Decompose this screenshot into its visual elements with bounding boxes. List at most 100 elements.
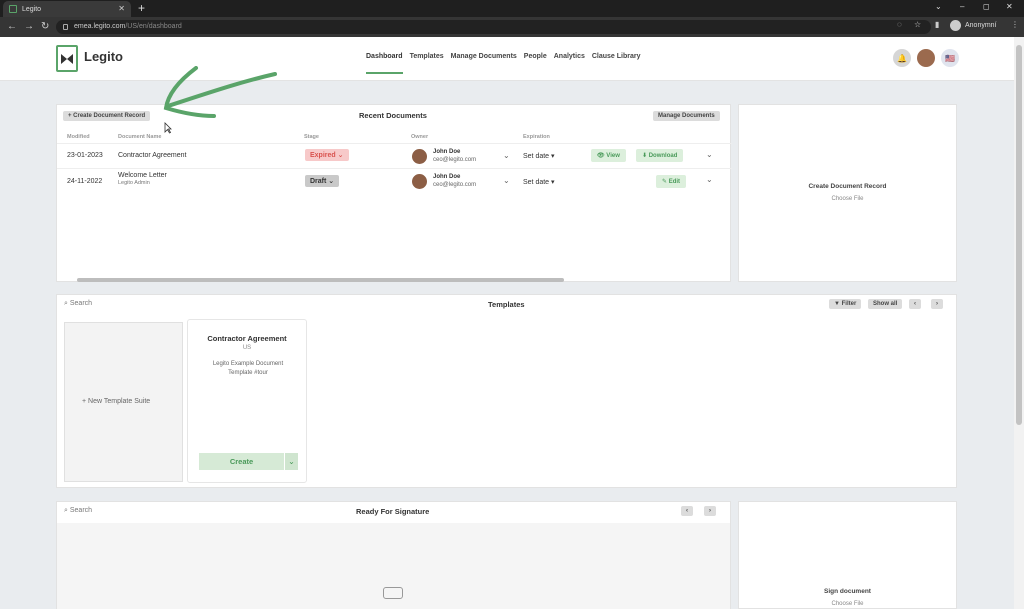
view-button[interactable]: 👁 View — [591, 149, 626, 162]
modified-date: 23-01-2023 — [67, 152, 103, 159]
sign-document-title: Sign document — [824, 588, 871, 595]
nav-manage-documents[interactable]: Manage Documents — [451, 53, 517, 74]
bookmark-star-icon[interactable]: ☆ — [914, 20, 921, 29]
templates-panel: ⌕ Search Templates ▼ Filter Show all ‹ ›… — [56, 294, 957, 488]
page-scrollbar[interactable] — [1014, 37, 1024, 609]
header-icons: 🔔 🇺🇸 — [893, 49, 959, 67]
notification-bell-icon[interactable]: 🔔 — [893, 49, 911, 67]
new-template-suite-label: + New Template Suite — [82, 398, 151, 405]
stage-badge[interactable]: Draft ⌄ — [305, 175, 340, 187]
col-expiration[interactable]: Expiration — [523, 134, 550, 140]
legito-logo-icon[interactable] — [56, 45, 78, 72]
nav-analytics[interactable]: Analytics — [554, 53, 585, 74]
browser-tab[interactable]: Legito ✕ — [3, 1, 131, 17]
set-date-dropdown[interactable]: Set date ▾ — [523, 178, 555, 186]
mouse-cursor-icon — [164, 122, 172, 134]
table-scrollbar[interactable] — [77, 278, 564, 282]
prev-arrow-icon[interactable]: ‹ — [681, 506, 693, 516]
owner-info: John Doe ceo@legito.com — [433, 174, 477, 188]
us-flag-icon[interactable]: 🇺🇸 — [941, 49, 959, 67]
create-document-record-panel[interactable]: Create Document Record Choose File — [738, 104, 957, 282]
browser-tab-bar: Legito ✕ + ⌄ – ◻ ✕ — [0, 0, 1024, 17]
modified-date: 24-11-2022 — [67, 178, 103, 185]
tab-title: Legito — [22, 5, 42, 13]
create-record-title: Create Document Record — [808, 183, 887, 190]
back-icon[interactable]: ← — [7, 21, 17, 32]
templates-search-input[interactable]: ⌕ Search — [64, 300, 92, 308]
recent-documents-panel: + Create Document Record Recent Document… — [56, 104, 732, 282]
reload-icon[interactable]: ↻ — [41, 21, 49, 32]
create-button[interactable]: Create — [199, 453, 284, 470]
close-tab-icon[interactable]: ✕ — [118, 4, 125, 13]
url-path: /US/en/dashboard — [125, 23, 182, 30]
choose-file-link[interactable]: Choose File — [739, 196, 956, 202]
new-tab-button[interactable]: + — [138, 1, 145, 15]
document-name[interactable]: Welcome Letter Legito Admin — [118, 172, 167, 186]
expand-row-icon[interactable]: ⌄ — [706, 150, 713, 159]
tab-search-icon[interactable]: ⌄ — [935, 2, 942, 11]
col-document-name[interactable]: Document Name — [118, 134, 161, 140]
show-all-button[interactable]: Show all — [868, 299, 903, 309]
col-stage[interactable]: Stage — [304, 134, 319, 140]
url-host: emea.legito.com — [74, 23, 126, 30]
nav-people[interactable]: People — [524, 53, 547, 74]
signature-empty-area — [57, 523, 730, 609]
sidebar-icon[interactable]: ▮ — [935, 20, 939, 29]
stage-badge[interactable]: Expired ⌄ — [305, 149, 349, 161]
profile-button[interactable]: Anonymní — [950, 20, 997, 31]
next-arrow-icon[interactable]: › — [931, 299, 943, 309]
owner-avatar — [412, 149, 427, 164]
set-date-dropdown[interactable]: Set date ▾ — [523, 152, 555, 160]
address-bar: ← → ↻ emea.legito.com/US/en/dashboard ◌ … — [0, 17, 1024, 37]
template-region: US — [242, 345, 252, 351]
owner-dropdown-icon[interactable]: ⌄ — [503, 151, 510, 160]
col-modified[interactable]: Modified — [67, 134, 90, 140]
filter-button[interactable]: ▼ Filter — [829, 299, 862, 309]
col-owner[interactable]: Owner — [411, 134, 428, 140]
template-description: Legito Example Document Template #tour — [212, 361, 284, 376]
document-name[interactable]: Contractor Agreement — [118, 152, 186, 159]
sign-document-panel[interactable]: Sign document Choose File — [738, 501, 957, 609]
main-nav: Dashboard Templates Manage Documents Peo… — [366, 53, 641, 74]
expand-row-icon[interactable]: ⌄ — [706, 175, 713, 184]
empty-inbox-icon — [383, 587, 403, 599]
owner-info: John Doe ceo@legito.com — [433, 149, 477, 163]
forward-icon[interactable]: → — [24, 21, 34, 32]
annotation-arrow-icon — [163, 66, 277, 118]
choose-file-link[interactable]: Choose File — [739, 601, 956, 607]
manage-documents-button[interactable]: Manage Documents — [653, 111, 720, 121]
create-document-record-button[interactable]: + Create Document Record — [63, 111, 151, 121]
url-input[interactable]: emea.legito.com/US/en/dashboard — [56, 20, 931, 34]
new-template-suite-card[interactable]: + New Template Suite — [64, 322, 183, 482]
template-card[interactable]: Contractor Agreement US Legito Example D… — [187, 319, 307, 483]
nav-templates[interactable]: Templates — [410, 53, 444, 74]
page-scrollbar-thumb[interactable] — [1016, 45, 1022, 425]
nav-dashboard[interactable]: Dashboard — [366, 53, 403, 74]
profile-avatar-icon — [950, 20, 961, 31]
close-window-button[interactable]: ✕ — [1006, 2, 1013, 11]
user-avatar[interactable] — [917, 49, 935, 67]
next-arrow-icon[interactable]: › — [704, 506, 716, 516]
minimize-button[interactable]: – — [960, 2, 964, 11]
profile-name: Anonymní — [965, 22, 997, 29]
nav-clause-library[interactable]: Clause Library — [592, 53, 641, 74]
create-options-icon[interactable]: ⌄ — [285, 453, 298, 470]
edit-button[interactable]: ✎ Edit — [656, 175, 687, 188]
prev-arrow-icon[interactable]: ‹ — [909, 299, 921, 309]
table-row[interactable]: 23-01-2023 Contractor Agreement Expired … — [57, 143, 732, 168]
template-title: Contractor Agreement — [207, 334, 287, 343]
brand-name: Legito — [84, 49, 123, 64]
legito-favicon-icon — [9, 5, 17, 13]
ready-for-signature-title: Ready For Signature — [356, 507, 430, 516]
menu-icon[interactable]: ⋮ — [1011, 20, 1019, 29]
owner-dropdown-icon[interactable]: ⌄ — [503, 176, 510, 185]
incognito-eye-icon[interactable]: ◌ — [897, 20, 902, 29]
maximize-button[interactable]: ◻ — [983, 2, 990, 11]
lock-icon — [63, 24, 68, 30]
signature-search-input[interactable]: ⌕ Search — [64, 507, 92, 515]
templates-title: Templates — [488, 300, 525, 309]
recent-documents-title: Recent Documents — [359, 111, 427, 120]
download-button[interactable]: ⬇ Download — [636, 149, 684, 162]
owner-avatar — [412, 174, 427, 189]
table-row[interactable]: 24-11-2022 Welcome Letter Legito Admin Dr… — [57, 168, 732, 193]
